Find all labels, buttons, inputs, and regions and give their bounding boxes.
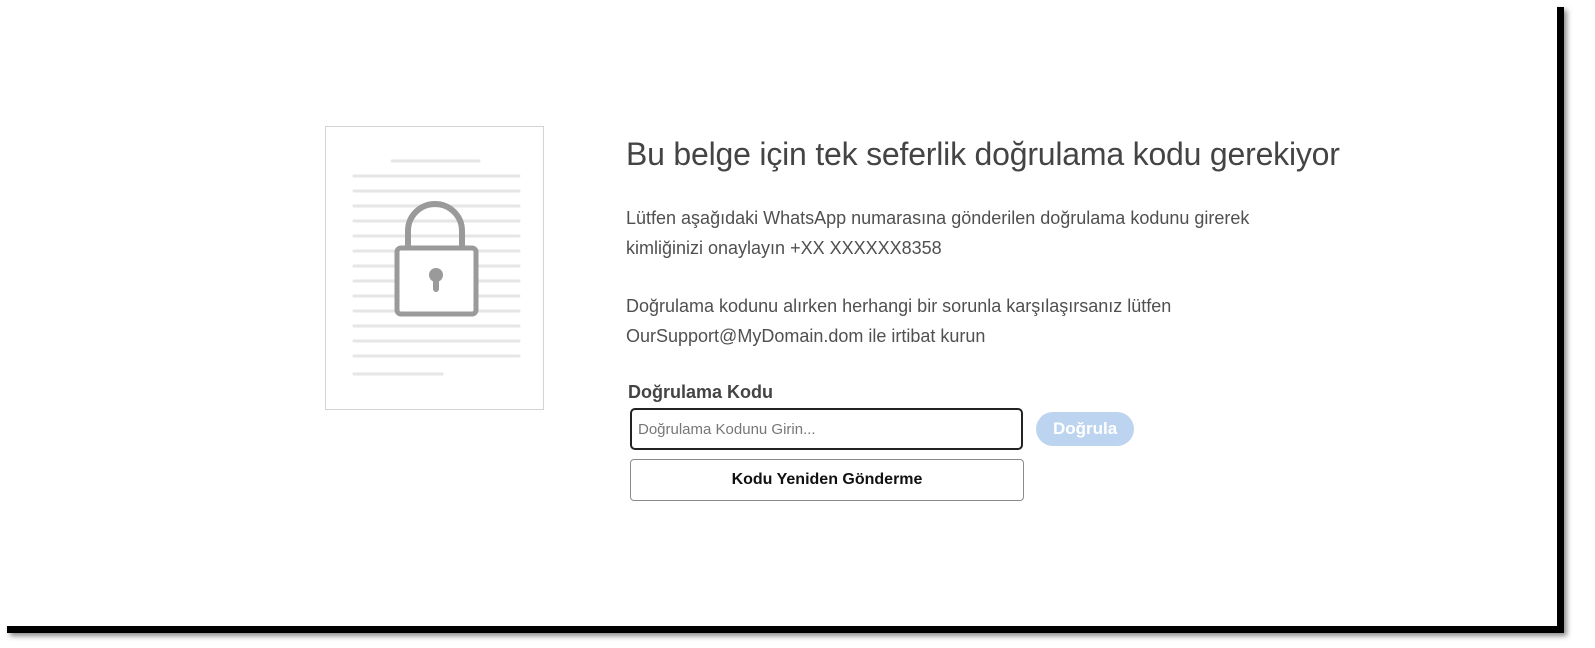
verification-code-label: Doğrulama Kodu	[628, 382, 774, 402]
verify-button[interactable]: Doğrula	[1036, 412, 1135, 446]
locked-document-icon	[325, 126, 544, 410]
support-text: Doğrulama kodunu alırken herhangi bir so…	[626, 296, 1172, 346]
code-input-row: Doğrula	[630, 408, 1346, 450]
verification-code-input[interactable]	[630, 408, 1023, 450]
page-frame: Bu belge için tek seferlik doğrulama kod…	[0, 0, 1557, 626]
resend-code-button[interactable]: Kodu Yeniden Gönderme	[630, 459, 1024, 501]
page-title: Bu belge için tek seferlik doğrulama kod…	[626, 136, 1340, 172]
document-lines	[352, 159, 521, 376]
verification-panel: Bu belge için tek seferlik doğrulama kod…	[626, 132, 1346, 501]
instructions-text: Lütfen aşağıdaki WhatsApp numarasına gön…	[626, 208, 1250, 258]
